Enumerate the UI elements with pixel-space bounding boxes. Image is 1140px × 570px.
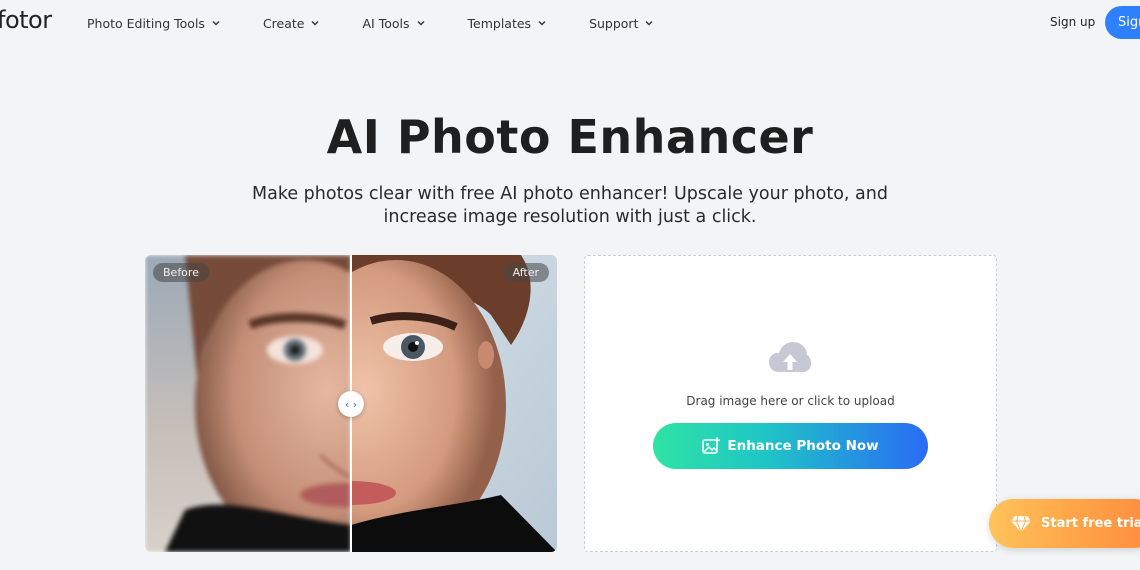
comparison-slider-handle[interactable]: ‹ › [338,391,364,417]
upload-hint: Drag image here or click to upload [686,394,895,408]
before-label: Before [153,263,209,282]
chevron-down-icon [538,21,546,26]
enhance-button-label: Enhance Photo Now [727,438,879,454]
chevron-down-icon [645,21,653,26]
nav-label: Support [589,15,639,31]
top-nav-bar: fotor Photo Editing Tools Create AI Tool… [0,0,1140,46]
trial-label: Start free trial [1041,516,1140,531]
start-free-trial-button[interactable]: Start free trial [989,499,1140,548]
nav-label: AI Tools [362,15,410,31]
after-photo [351,255,557,552]
nav-photo-editing-tools[interactable]: Photo Editing Tools [87,16,221,31]
main-nav: Photo Editing Tools Create AI Tools Temp… [87,0,696,46]
nav-support[interactable]: Support [589,16,654,31]
page-title: AI Photo Enhancer [326,110,814,164]
before-after-comparison: ‹ › Before After [145,255,557,552]
nav-create[interactable]: Create [263,16,321,31]
chevron-down-icon [417,21,424,26]
after-label: After [502,263,549,282]
upload-dropzone[interactable]: Drag image here or click to upload Enhan… [584,255,997,552]
nav-ai-tools[interactable]: AI Tools [362,16,425,31]
subtitle-line: Make photos clear with free AI photo enh… [252,184,888,204]
nav-templates[interactable]: Templates [468,16,548,31]
sign-in-button[interactable]: Sign in [1105,6,1140,39]
before-photo [145,255,351,552]
cloud-upload-icon [769,342,811,372]
page-subtitle: Make photos clear with free AI photo enh… [0,183,1140,229]
nav-label: Templates [467,15,532,31]
fotor-logo[interactable]: fotor [0,6,52,34]
nav-label: Photo Editing Tools [87,15,205,31]
chevron-down-icon [212,21,220,26]
image-upload-icon [702,437,721,454]
diamond-icon [1011,515,1031,532]
sign-up-link[interactable]: Sign up [1050,15,1095,29]
nav-label: Create [262,15,305,31]
enhance-photo-button[interactable]: Enhance Photo Now [653,423,928,469]
chevron-down-icon [311,21,319,26]
subtitle-line: increase image resolution with just a cl… [383,207,757,227]
